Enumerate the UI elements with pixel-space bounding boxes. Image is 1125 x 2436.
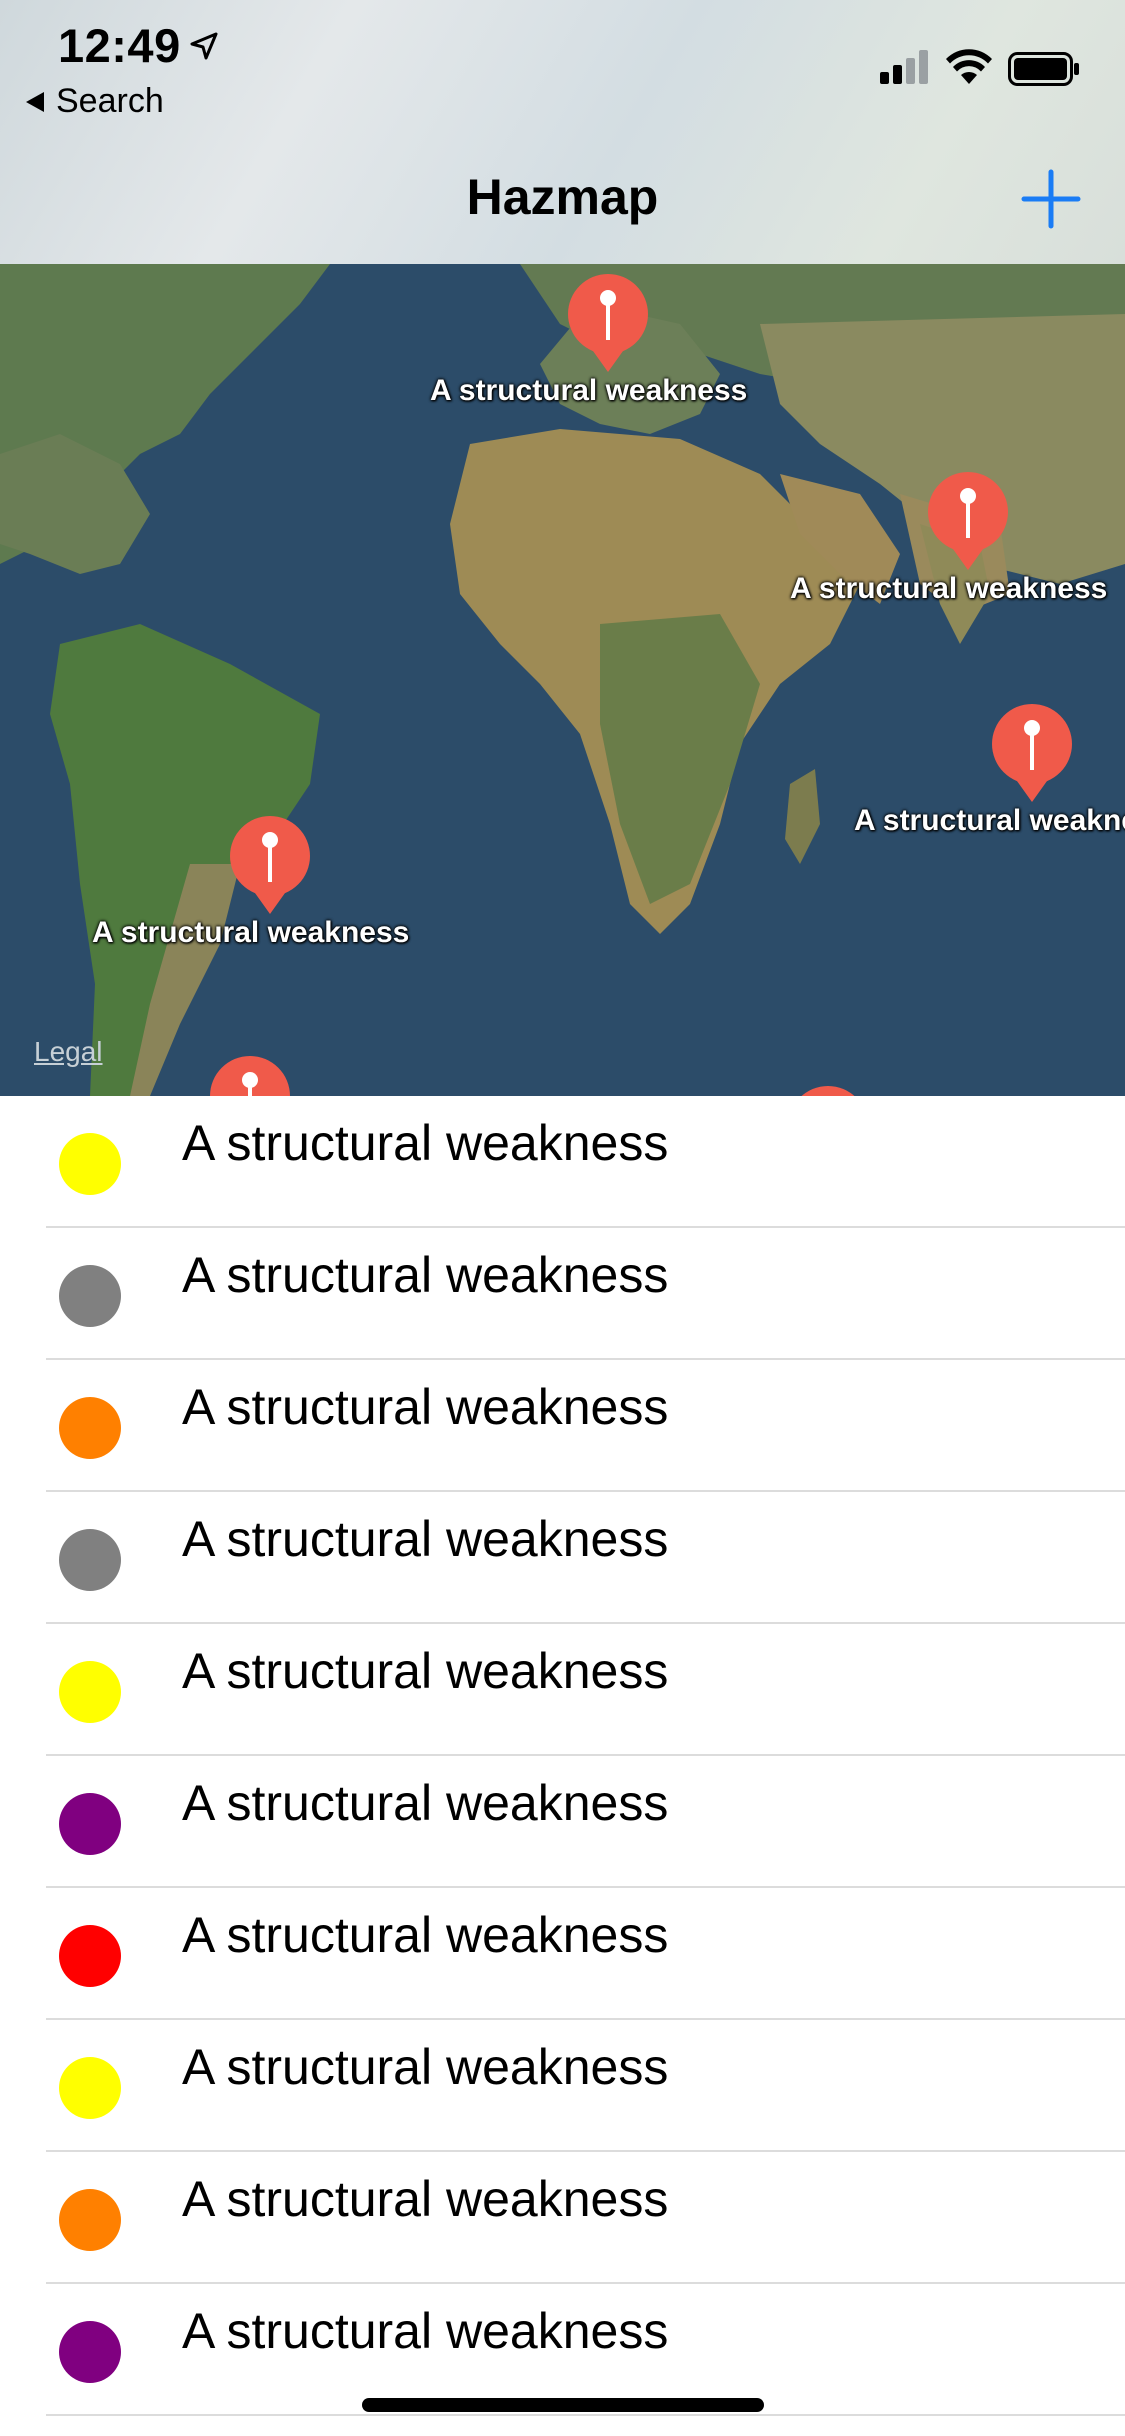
map-pin[interactable]: [208, 1056, 292, 1096]
back-arrow-icon: [26, 91, 44, 112]
list-item-label: A structural weakness: [182, 1247, 669, 1303]
map-pin[interactable]: [228, 816, 312, 916]
wifi-icon: [946, 49, 992, 84]
map-pin[interactable]: [786, 1086, 870, 1096]
list-item-label: A structural weakness: [182, 1643, 669, 1699]
map-pin[interactable]: [990, 704, 1074, 804]
location-arrow-icon: [190, 32, 218, 60]
list-item[interactable]: A structural weakness: [0, 1492, 1125, 1624]
list-item[interactable]: A structural weakness: [0, 1360, 1125, 1492]
list-item[interactable]: A structural weakness: [0, 1228, 1125, 1360]
list-item[interactable]: A structural weakness: [0, 1756, 1125, 1888]
back-to-search-button[interactable]: Search: [26, 82, 164, 121]
list-item[interactable]: A structural weakness: [0, 1888, 1125, 2020]
list-item[interactable]: A structural weakness: [0, 1096, 1125, 1228]
map-pin-label: A structural weakness: [92, 916, 410, 949]
list-item-label: A structural weakness: [182, 1511, 669, 1567]
list-item[interactable]: A structural weakness: [0, 2152, 1125, 2284]
cellular-signal-icon: [880, 50, 928, 84]
map-pin[interactable]: [566, 274, 650, 374]
map-pin-label: A structural weakness: [430, 374, 748, 407]
list-item-label: A structural weakness: [182, 1379, 669, 1435]
severity-dot-icon: [59, 2057, 121, 2119]
list-item[interactable]: A structural weakness: [0, 2284, 1125, 2416]
list-item-label: A structural weakness: [182, 1775, 669, 1831]
list-item-label: A structural weakness: [182, 1115, 669, 1171]
severity-dot-icon: [59, 1925, 121, 1987]
home-indicator[interactable]: [362, 2398, 764, 2412]
severity-dot-icon: [59, 1265, 121, 1327]
battery-icon: [1008, 52, 1079, 86]
row-separator: [46, 2414, 1125, 2416]
list-item-label: A structural weakness: [182, 2303, 669, 2359]
map-pin-label: A structural weakness: [790, 572, 1108, 605]
list-item-label: A structural weakness: [182, 1907, 669, 1963]
legal-link[interactable]: Legal: [34, 1036, 103, 1068]
map-pin[interactable]: [926, 472, 1010, 572]
severity-dot-icon: [59, 1661, 121, 1723]
hazard-map[interactable]: A structural weakness A structural weakn…: [0, 264, 1125, 1096]
severity-dot-icon: [59, 1133, 121, 1195]
severity-dot-icon: [59, 2321, 121, 2383]
severity-dot-icon: [59, 1529, 121, 1591]
list-item[interactable]: A structural weakness: [0, 2020, 1125, 2152]
add-hazard-button[interactable]: [1020, 168, 1082, 230]
navigation-bar: 12:49 Search Hazmap: [0, 0, 1125, 265]
map-pin-label: A structural weakness: [854, 804, 1125, 837]
list-item-label: A structural weakness: [182, 2171, 669, 2227]
status-time: 12:49: [58, 19, 181, 72]
hazard-list: A structural weakness A structural weakne…: [0, 1096, 1125, 2416]
back-label: Search: [56, 82, 164, 120]
list-item[interactable]: A structural weakness: [0, 1624, 1125, 1756]
page-title: Hazmap: [466, 169, 659, 225]
severity-dot-icon: [59, 1397, 121, 1459]
severity-dot-icon: [59, 2189, 121, 2251]
list-item-label: A structural weakness: [182, 2039, 669, 2095]
severity-dot-icon: [59, 1793, 121, 1855]
